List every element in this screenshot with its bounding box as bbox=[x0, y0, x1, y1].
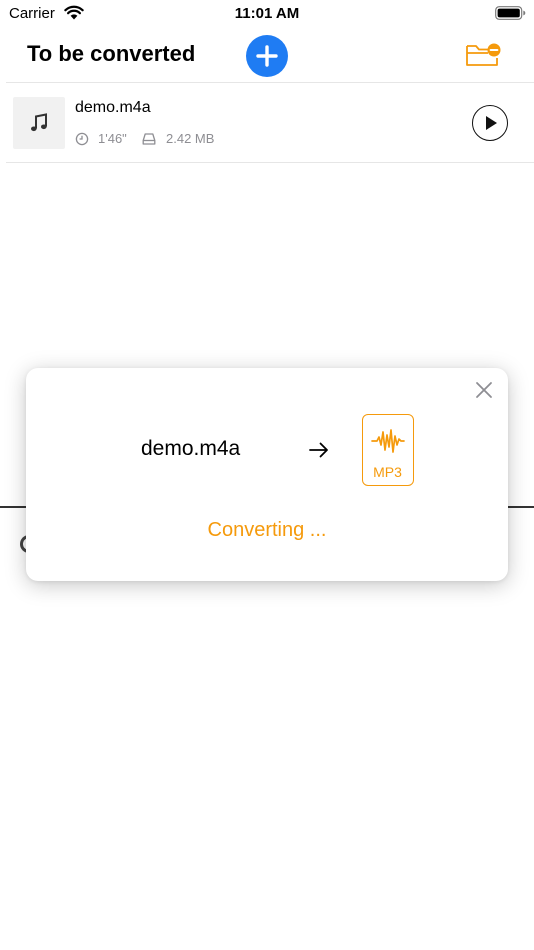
format-label: MP3 bbox=[373, 464, 402, 480]
plus-icon bbox=[256, 45, 278, 67]
arrow-right-icon bbox=[308, 440, 330, 460]
clock-icon bbox=[75, 132, 89, 149]
header: To be converted bbox=[0, 30, 534, 82]
close-button[interactable] bbox=[474, 380, 494, 400]
folder-remove-icon bbox=[466, 43, 501, 66]
play-button[interactable] bbox=[472, 105, 508, 141]
folder-remove-button[interactable] bbox=[464, 40, 502, 70]
play-icon bbox=[486, 116, 497, 130]
row-divider bbox=[6, 162, 534, 163]
status-time: 11:01 AM bbox=[234, 5, 300, 22]
file-thumbnail bbox=[13, 97, 65, 149]
add-file-button[interactable] bbox=[246, 35, 288, 77]
background-divider bbox=[0, 506, 28, 508]
status-bar: Carrier 11:01 AM bbox=[0, 0, 534, 28]
conversion-status: Converting ... bbox=[207, 519, 327, 541]
close-icon bbox=[476, 382, 492, 398]
music-note-icon bbox=[31, 113, 47, 132]
list-item[interactable]: demo.m4a 1'46" 2.42 MB bbox=[0, 84, 534, 162]
file-name: demo.m4a bbox=[75, 99, 151, 116]
waveform-icon bbox=[371, 429, 405, 453]
battery-icon bbox=[495, 6, 526, 20]
mp3-file-icon: MP3 bbox=[362, 414, 414, 486]
header-divider bbox=[6, 82, 534, 83]
storage-icon bbox=[142, 132, 156, 149]
background-divider bbox=[506, 506, 534, 508]
file-duration: 1'46" bbox=[98, 131, 127, 146]
file-size: 2.42 MB bbox=[166, 131, 215, 146]
conversion-dialog: demo.m4a MP3 Converting ... bbox=[26, 368, 508, 581]
page-title: To be converted bbox=[27, 41, 196, 66]
source-file-name: demo.m4a bbox=[141, 437, 241, 460]
